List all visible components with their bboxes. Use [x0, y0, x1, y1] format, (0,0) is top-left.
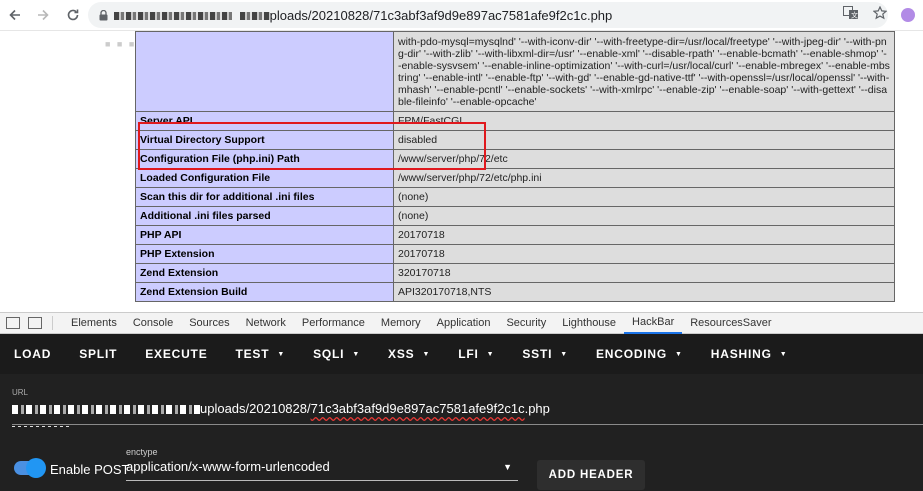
- inspect-element-icon[interactable]: [6, 317, 20, 329]
- caret-down-icon: ▼: [277, 350, 286, 358]
- tab-sources[interactable]: Sources: [181, 312, 237, 334]
- forward-icon[interactable]: [32, 4, 54, 26]
- toggle-knob: [26, 458, 46, 478]
- load-button[interactable]: LOAD: [0, 347, 65, 361]
- xss-menu[interactable]: XSS ▼: [374, 347, 444, 361]
- lfi-menu[interactable]: LFI ▼: [444, 347, 508, 361]
- row-value: 320170718: [393, 263, 895, 283]
- sqli-menu[interactable]: SQLI ▼: [299, 347, 374, 361]
- enctype-select[interactable]: application/x-www-form-urlencoded ▼: [126, 459, 518, 481]
- profile-icon[interactable]: [901, 7, 915, 22]
- row-value: API320170718,NTS: [393, 282, 895, 302]
- address-bar[interactable]: ploads/20210828/71c3abf3af9d9e897ac7581a…: [88, 2, 888, 28]
- table-row: PHP Extension 20170718: [135, 244, 895, 264]
- redacted-path: [239, 12, 270, 21]
- tab-performance[interactable]: Performance: [294, 312, 373, 334]
- tab-resourcessaver[interactable]: ResourcesSaver: [682, 312, 779, 334]
- redacted-domain: [114, 12, 232, 21]
- address-url: ploads/20210828/71c3abf3af9d9e897ac7581a…: [114, 8, 612, 23]
- tab-security[interactable]: Security: [498, 312, 554, 334]
- url-underline: [12, 424, 923, 425]
- hackbar-panel: LOAD SPLIT EXECUTE TEST ▼ SQLI ▼ XSS ▼ LFI ▼…: [0, 334, 923, 491]
- post-label: Enable POST: [50, 462, 130, 477]
- reload-icon[interactable]: [62, 4, 84, 26]
- page-content: ■ ■ ■ with-pdo-mysql=mysqlnd' '--with-ic…: [0, 31, 923, 312]
- caret-down-icon: ▼: [675, 350, 683, 358]
- caret-down-icon: ▼: [422, 350, 431, 358]
- row-value: (none): [393, 187, 895, 207]
- row-key: PHP Extension: [135, 244, 394, 264]
- row-key: Scan this dir for additional .ini files: [135, 187, 394, 207]
- row-value: /www/server/php/72/etc/php.ini: [393, 168, 895, 188]
- split-button[interactable]: SPLIT: [65, 347, 131, 361]
- star-icon[interactable]: [872, 5, 888, 23]
- caret-down-icon: ▼: [352, 350, 361, 358]
- table-row: Loaded Configuration File/www/server/php…: [135, 168, 895, 188]
- url-underline-dashed: [12, 426, 72, 427]
- table-row: Scan this dir for additional .ini files(…: [135, 187, 895, 207]
- enctype-label: enctype: [126, 447, 158, 457]
- caret-down-icon: ▼: [779, 350, 788, 358]
- tab-application[interactable]: Application: [429, 312, 499, 334]
- redacted-domain: [12, 405, 200, 415]
- row-key: PHP API: [135, 225, 394, 245]
- table-row: Zend Extension Build API320170718,NTS: [135, 282, 895, 302]
- hackbar-menu: LOAD SPLIT EXECUTE TEST ▼ SQLI ▼ XSS ▼ LFI ▼…: [0, 334, 923, 374]
- tab-elements[interactable]: Elements: [63, 312, 125, 334]
- translate-icon[interactable]: 文: [843, 6, 859, 23]
- row-key: Loaded Configuration File: [135, 168, 394, 188]
- add-header-button[interactable]: ADD HEADER: [537, 460, 645, 490]
- ssti-menu[interactable]: SSTI ▼: [508, 347, 582, 361]
- svg-text:文: 文: [851, 11, 858, 20]
- tab-network[interactable]: Network: [238, 312, 294, 334]
- scroll-dots: ■ ■ ■: [105, 39, 137, 49]
- url-label: URL: [12, 388, 29, 397]
- row-key: Zend Extension: [135, 263, 394, 283]
- divider: [52, 316, 53, 330]
- caret-down-icon: ▼: [560, 350, 568, 358]
- url-input[interactable]: uploads/20210828/71c3abf3af9d9e897ac7581…: [12, 401, 550, 416]
- back-icon[interactable]: [4, 4, 26, 26]
- post-toggle[interactable]: [14, 458, 46, 478]
- configure-value: with-pdo-mysql=mysqlnd' '--with-iconv-di…: [393, 31, 895, 112]
- url-hash: 71c3abf3af9d9e897ac7581afe9f2c1c: [310, 401, 525, 416]
- row-key: Additional .ini files parsed: [135, 206, 394, 226]
- configure-key: [135, 31, 394, 112]
- browser-toolbar: ploads/20210828/71c3abf3af9d9e897ac7581a…: [0, 0, 923, 31]
- hashing-menu[interactable]: HASHING ▼: [697, 347, 802, 361]
- table-row: with-pdo-mysql=mysqlnd' '--with-iconv-di…: [135, 31, 895, 112]
- tab-console[interactable]: Console: [125, 312, 181, 334]
- tab-hackbar[interactable]: HackBar: [624, 312, 683, 334]
- dropdown-arrow-icon: ▼: [503, 462, 512, 472]
- encoding-menu[interactable]: ENCODING ▼: [582, 347, 697, 361]
- test-menu[interactable]: TEST ▼: [222, 347, 300, 361]
- caret-down-icon: ▼: [486, 350, 495, 358]
- table-row: Zend Extension 320170718: [135, 263, 895, 283]
- row-value: (none): [393, 206, 895, 226]
- tab-lighthouse[interactable]: Lighthouse: [554, 312, 624, 334]
- highlight-box: [138, 122, 486, 170]
- tab-memory[interactable]: Memory: [373, 312, 429, 334]
- device-toolbar-icon[interactable]: [28, 317, 42, 329]
- row-value: 20170718: [393, 225, 895, 245]
- lock-icon[interactable]: [96, 9, 110, 21]
- row-key: Zend Extension Build: [135, 282, 394, 302]
- table-row: PHP API 20170718: [135, 225, 895, 245]
- devtools-tabbar: Elements Console Sources Network Perform…: [0, 312, 923, 334]
- row-value: 20170718: [393, 244, 895, 264]
- table-row: Additional .ini files parsed (none): [135, 206, 895, 226]
- execute-button[interactable]: EXECUTE: [131, 347, 221, 361]
